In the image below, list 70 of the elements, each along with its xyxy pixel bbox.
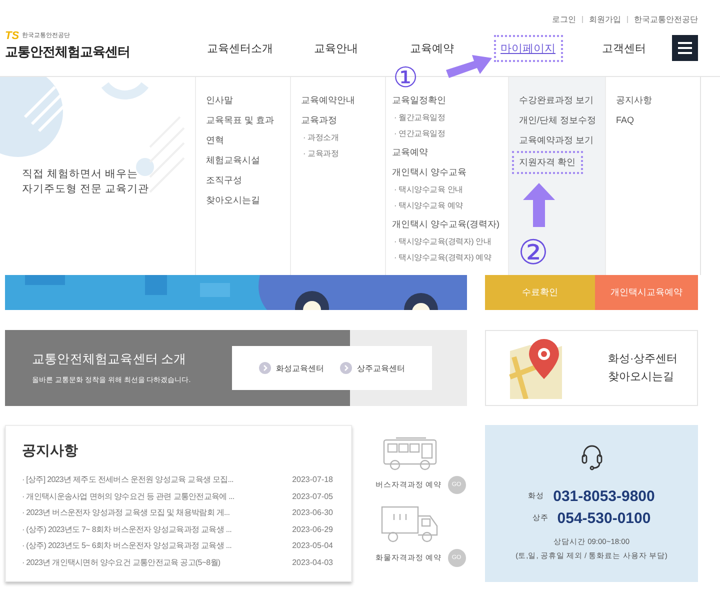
menu-item[interactable]: 교육과정 [301,110,337,130]
menu-item[interactable]: 수강완료과정 보기 [519,90,594,110]
bus-icon [380,437,438,471]
menu-item[interactable]: 개인/단체 정보수정 [519,110,596,130]
notice-link[interactable]: · (상주) 2023년도 5~ 6회차 버스운전자 양성교육과정 교육생 ... [22,538,232,554]
menu-item[interactable]: · 택시양수교육 안내 [394,182,463,198]
logo-text: TS [5,30,20,42]
nav-link[interactable]: 교육예약 [406,38,458,58]
menu-item[interactable]: 교육예약과정 보기 [519,130,594,150]
truck-icon [380,504,440,544]
chevron-icon [340,362,352,374]
center-link[interactable]: 상주교육센터 [357,362,405,374]
chevron-icon [259,362,271,374]
notice-date: 2023-06-30 [292,507,333,519]
menu-item[interactable]: · 택시양수교육(경력자) 예약 [394,250,492,266]
menu-item[interactable]: 체험교육시설 [206,150,260,170]
notice-link[interactable]: · 2023년 개인택시면허 양수요건 교통안전교육 공고(5~8월) [22,554,220,571]
headset-icon [580,443,602,471]
tagline: 자기주도형 전문 교육기관 [22,182,149,197]
notice-date: 2023-05-04 [292,540,333,552]
menu-item[interactable]: 인사말 [206,90,233,110]
notice-title: 공지사항 [22,442,79,460]
menu-item[interactable]: 교육일정확인 [392,90,446,110]
notice-link[interactable]: · (상주) 2023년도 7~ 8회차 버스운전자 양성교육과정 교육생 ... [22,522,232,538]
notice-date: 2023-07-18 [292,474,333,486]
menu-item[interactable]: · 과정소개 [303,130,339,146]
menu-item[interactable]: · 택시양수교육(경력자) 안내 [394,234,492,250]
menu-item[interactable]: 교육예약안내 [301,90,355,110]
menu-item[interactable]: 찾아오시는길 [206,190,260,210]
notice-date: 2023-07-05 [292,490,333,502]
nav-link[interactable]: 교육안내 [310,38,362,58]
menu-item[interactable]: · 택시양수교육 예약 [394,198,463,214]
nav-link[interactable]: 마이페이지 [494,34,562,62]
menu-item[interactable]: FAQ [616,110,634,130]
menu-item[interactable]: 개인택시 양수교육(경력자) [392,214,500,234]
phone-number: 054-530-0100 [557,510,651,526]
menu-item[interactable]: 개인택시 양수교육 [392,162,467,182]
step-marker: ① [393,64,418,92]
menu-item[interactable]: · 월간교육일정 [394,110,446,126]
menu-icon [678,42,692,54]
intro-title: 교통안전체험교육센터 소개 [32,351,188,368]
notice-link[interactable]: · 2023년 버스운전자 양성과정 교육생 모집 및 채용박람회 게... [22,505,230,522]
nav-link[interactable]: 고객센터 [598,38,650,58]
arrow-icon [522,182,556,228]
notice-link[interactable]: · [상주] 2023년 제주도 전세버스 운전원 양성교육 교육생 모집... [22,472,234,488]
phone-number: 031-8053-9800 [553,488,655,504]
menu-item[interactable]: · 교육과정 [303,146,339,162]
tagline: 직접 체험하면서 배우는 [22,167,139,182]
location-card[interactable]: 화성·상주센터 찾아오시는길 [485,330,698,406]
menu-button[interactable] [672,35,698,61]
top-link[interactable]: 회원가입 [589,14,621,25]
location-text: 화성·상주센터 [608,352,678,367]
arrow-icon [444,52,494,80]
menu-item[interactable]: · 연간교육일정 [394,126,446,142]
menu-item[interactable]: 조직구성 [206,170,242,190]
menu-item[interactable]: 교육목표 및 효과 [206,110,274,130]
top-link[interactable]: 로그인 [552,14,576,25]
notice-date: 2023-06-29 [292,524,333,536]
top-link[interactable]: 한국교통안전공단 [634,14,698,25]
nav-link[interactable]: 교육센터소개 [203,38,277,58]
center-link[interactable]: 화성교육센터 [276,362,324,374]
menu-item[interactable]: 지원자격 확인 [512,151,583,174]
menu-item[interactable]: 공지사항 [616,90,652,110]
site-title[interactable]: 교통안전체험교육센터 [5,42,192,60]
notice-date: 2023-04-03 [292,556,333,568]
notice-link[interactable]: · 개인택시운송사업 면허의 양수요건 등 관련 교통안전교육에 ... [22,488,234,505]
location-text: 찾아오시는길 [608,370,675,385]
step-marker: ② [518,236,548,270]
menu-item[interactable]: 연혁 [206,130,224,150]
menu-item[interactable]: 교육예약 [392,142,428,162]
